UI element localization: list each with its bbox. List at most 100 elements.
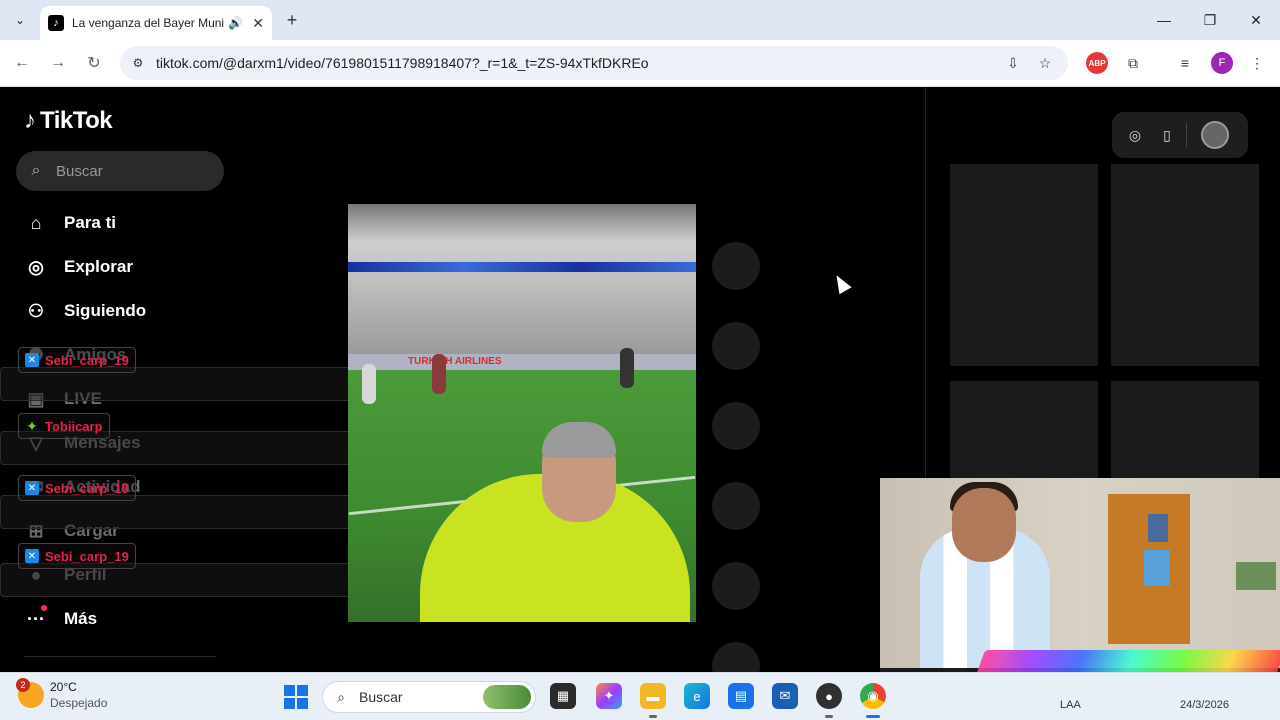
sound-disc-button[interactable] bbox=[712, 642, 760, 672]
video-thumbnail[interactable] bbox=[1111, 164, 1259, 366]
taskbar-search[interactable]: ⌕ Buscar bbox=[322, 681, 536, 713]
comment-button[interactable] bbox=[712, 322, 760, 370]
streamer-face bbox=[952, 488, 1016, 562]
player bbox=[432, 354, 446, 394]
share-button[interactable] bbox=[712, 482, 760, 530]
user-follow-icon: ⚇ bbox=[27, 300, 45, 321]
nav-item-following[interactable]: ⚇ Siguiendo bbox=[24, 295, 146, 327]
search-icon: ⌕ bbox=[31, 162, 41, 179]
tiktok-favicon-icon: ♪ bbox=[48, 15, 64, 31]
extensions-puzzle-icon[interactable]: ⧉ bbox=[1122, 52, 1144, 74]
sidebar-divider bbox=[24, 656, 216, 657]
task-view-icon[interactable]: ▦ bbox=[550, 683, 576, 709]
player bbox=[620, 348, 634, 388]
overlay-username: Sebi_carp_19 bbox=[45, 352, 129, 368]
tab-title: La venganza del Bayer Munich bbox=[72, 16, 224, 30]
copilot-icon[interactable]: ✦ bbox=[596, 683, 622, 709]
overlay-username: Sebi_carp_19 bbox=[45, 548, 129, 564]
mouse-cursor bbox=[830, 271, 852, 295]
bookmark-star-icon[interactable]: ☆ bbox=[1036, 54, 1054, 72]
search-input[interactable]: ⌕ Buscar bbox=[16, 151, 224, 191]
kick-icon: ✕ bbox=[25, 481, 39, 495]
video-thumbnail[interactable] bbox=[950, 164, 1098, 366]
tiktok-logo[interactable]: ♪ TikTok bbox=[24, 107, 113, 135]
search-highlight-image bbox=[483, 685, 531, 709]
app-active-indicator bbox=[866, 715, 880, 718]
search-placeholder: Buscar bbox=[56, 162, 103, 180]
overlay-tag: ✦ Tobiicarp bbox=[18, 413, 110, 439]
reload-button[interactable]: ↻ bbox=[82, 51, 106, 75]
stadium-stands bbox=[348, 204, 696, 354]
home-icon: ⌂ bbox=[30, 212, 42, 233]
like-button[interactable] bbox=[712, 242, 760, 290]
pill-separator bbox=[1186, 123, 1187, 147]
top-right-actions: ◎ ▯ bbox=[1112, 112, 1248, 158]
nav-label: Explorar bbox=[64, 257, 133, 276]
diamond-icon: ✦ bbox=[26, 417, 38, 434]
weather-badge: 2 bbox=[16, 678, 30, 692]
compass-icon: ◎ bbox=[28, 256, 44, 277]
app-running-indicator bbox=[649, 715, 657, 718]
windows-start-icon[interactable] bbox=[284, 685, 308, 709]
wall-poster bbox=[1148, 514, 1168, 542]
media-control-icon[interactable]: ≡ bbox=[1174, 52, 1196, 74]
browser-tab[interactable]: ♪ La venganza del Bayer Munich 🔊 ✕ bbox=[40, 6, 272, 40]
ad-board: TURKISH AIRLINES bbox=[348, 354, 696, 370]
save-button[interactable] bbox=[712, 402, 760, 450]
player bbox=[362, 364, 376, 404]
kick-icon: ✕ bbox=[25, 353, 39, 367]
speaker-icon[interactable]: 🔊 bbox=[228, 16, 243, 30]
phone-icon[interactable]: ▯ bbox=[1156, 124, 1178, 146]
close-window-button[interactable]: ✕ bbox=[1244, 8, 1268, 32]
nav-label: Más bbox=[64, 609, 98, 628]
tray-date[interactable]: 24/3/2026 bbox=[1180, 699, 1229, 711]
champions-banner bbox=[348, 262, 696, 272]
nav-label: Siguiendo bbox=[64, 301, 147, 320]
tab-close-icon[interactable]: ✕ bbox=[252, 15, 264, 32]
chrome-icon[interactable]: ◉ bbox=[860, 683, 886, 709]
overlay-username: Tobiicarp bbox=[45, 418, 103, 434]
action-button[interactable] bbox=[712, 562, 760, 610]
weather-temp: 20°C bbox=[50, 680, 77, 694]
tab-strip: ⌄ ♪ La venganza del Bayer Munich 🔊 ✕ + —… bbox=[0, 0, 1280, 40]
menu-kebab-icon[interactable]: ⋮ bbox=[1246, 52, 1268, 74]
store-icon[interactable]: ▤ bbox=[728, 683, 754, 709]
overlay-tag: ✕ Sebi_carp_19 bbox=[18, 475, 136, 501]
weather-widget[interactable]: 2 20°C Despejado bbox=[16, 678, 108, 711]
tiktok-coin-icon[interactable]: ◎ bbox=[1124, 124, 1146, 146]
back-button[interactable]: ← bbox=[10, 51, 34, 75]
video-player[interactable]: TURKISH AIRLINES bbox=[348, 204, 696, 622]
nav-item-more[interactable]: ··· Más bbox=[24, 603, 97, 635]
tray-language[interactable]: LAA bbox=[1060, 699, 1081, 711]
profile-avatar[interactable]: F bbox=[1211, 52, 1233, 74]
file-explorer-icon[interactable]: ▬ bbox=[640, 683, 666, 709]
overlay-username: Sebi_carp_19 bbox=[45, 480, 129, 496]
user-avatar[interactable] bbox=[1201, 121, 1229, 149]
wall-poster bbox=[1144, 550, 1170, 586]
notification-dot bbox=[41, 605, 47, 611]
tab-search-button[interactable]: ⌄ bbox=[8, 8, 32, 32]
nav-item-explore[interactable]: ◎ Explorar bbox=[24, 251, 133, 283]
taskbar: 2 20°C Despejado ⌕ Buscar ▦ ✦ ▬ e ▤ ✉ ● … bbox=[0, 672, 1280, 720]
overlay-tag: ✕ Sebi_carp_19 bbox=[18, 543, 136, 569]
adblock-extension-icon[interactable]: ABP bbox=[1086, 52, 1108, 74]
browser-toolbar: ← → ↻ ⚙ tiktok.com/@darxm1/video/7619801… bbox=[0, 40, 1280, 87]
edge-icon[interactable]: e bbox=[684, 683, 710, 709]
outlook-icon[interactable]: ✉ bbox=[772, 683, 798, 709]
logo-text: TikTok bbox=[40, 107, 113, 134]
weather-desc: Despejado bbox=[50, 696, 108, 710]
obs-icon[interactable]: ● bbox=[816, 683, 842, 709]
new-tab-button[interactable]: + bbox=[282, 8, 302, 32]
search-icon: ⌕ bbox=[337, 688, 345, 705]
wall-poster bbox=[1236, 562, 1276, 590]
restore-button[interactable]: ❐ bbox=[1198, 8, 1222, 32]
forward-button[interactable]: → bbox=[46, 51, 70, 75]
minimize-button[interactable]: — bbox=[1152, 8, 1176, 32]
install-app-icon[interactable]: ⇩ bbox=[1004, 54, 1022, 72]
site-info-icon[interactable]: ⚙ bbox=[130, 55, 146, 71]
webcam-overlay bbox=[880, 478, 1280, 702]
sun-icon: 2 bbox=[16, 678, 44, 708]
address-bar[interactable]: ⚙ tiktok.com/@darxm1/video/7619801511798… bbox=[120, 46, 1068, 80]
nav-item-for-you[interactable]: ⌂ Para ti bbox=[24, 207, 116, 239]
url-text[interactable]: tiktok.com/@darxm1/video/761980151179891… bbox=[156, 55, 649, 71]
